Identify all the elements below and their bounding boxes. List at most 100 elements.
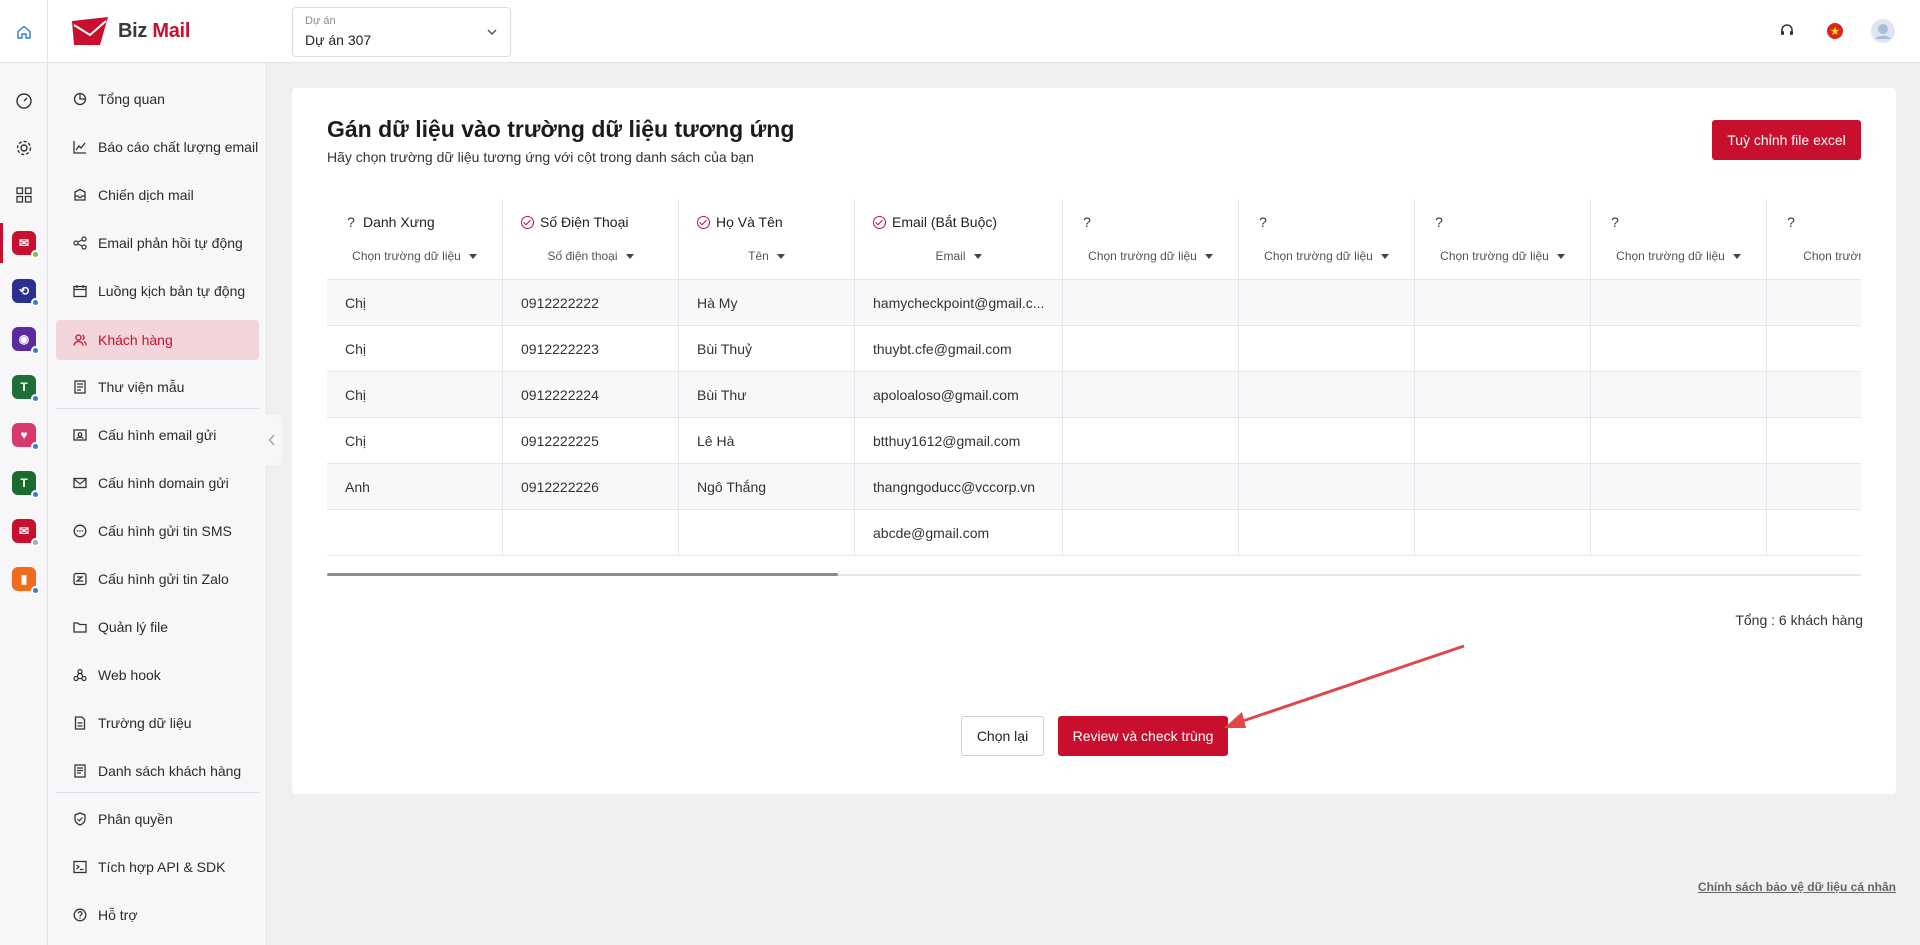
column-header: ? Danh Xưng Chọn trường dữ liệu [327, 199, 502, 280]
home-icon [16, 25, 31, 39]
sidebar-item-file-manager[interactable]: Quản lý file [56, 607, 259, 647]
table-cell [1767, 510, 1861, 556]
sidebar-item-label: Thư viện mẫu [98, 379, 185, 395]
table-cell [1063, 326, 1238, 372]
field-mapping-select-value: Chọn trường dữ liệu [1088, 249, 1197, 263]
caret-down-icon [1556, 254, 1565, 260]
column-header: ? Chọn trường dữ liệu [1591, 199, 1766, 280]
rail-app-5[interactable]: ♥ [10, 421, 40, 451]
field-mapping-select[interactable]: Chọn trường dữ liệu [1239, 249, 1414, 263]
horizontal-scrollbar-thumb[interactable] [327, 573, 838, 576]
table-cell [1063, 418, 1238, 464]
table-cell [1415, 372, 1590, 418]
column-header: Số Điện Thoại Số điện thoại [503, 199, 678, 280]
sidebar-item-automation-flow[interactable]: Luồng kịch bản tự động [56, 271, 259, 311]
field-mapping-select[interactable]: Chọn trường dữ liệu [1591, 249, 1766, 263]
column-title: Email (Bắt Buộc) [873, 214, 997, 230]
customize-excel-button[interactable]: Tuỳ chỉnh file excel [1712, 120, 1861, 160]
sidebar-item-webhook[interactable]: Web hook [56, 655, 259, 695]
field-mapping-select[interactable]: Chọn trường dữ liệu [1415, 249, 1590, 263]
sidebar-item-api-sdk[interactable]: Tích hợp API & SDK [56, 847, 259, 887]
table-cell [1591, 326, 1766, 372]
privacy-policy-link[interactable]: Chính sách bảo vệ dữ liệu cá nhân [1698, 880, 1896, 894]
table-cell: apoloaloso@gmail.com [855, 372, 1062, 418]
field-mapping-select[interactable]: Tên [679, 249, 854, 263]
table-cell [1415, 326, 1590, 372]
sidebar: Tổng quan Báo cáo chất lượng email Chiến… [48, 63, 267, 945]
help-circle-icon [72, 907, 88, 923]
rail-dashboard[interactable] [10, 87, 38, 115]
column-title: ? [1257, 214, 1275, 230]
caret-down-icon [468, 254, 477, 260]
rail-app-3[interactable]: ◉ [10, 325, 40, 355]
sidebar-item-auto-reply[interactable]: Email phản hồi tự động [56, 223, 259, 263]
rail-app-8[interactable]: ▮ [10, 565, 40, 595]
sidebar-item-email-quality-report[interactable]: Báo cáo chất lượng email [56, 127, 259, 167]
project-select-label: Dự án [305, 15, 336, 27]
question-mark-icon: ? [1083, 214, 1091, 230]
sidebar-item-customers[interactable]: Khách hàng [56, 320, 259, 360]
rail-apps[interactable] [10, 181, 38, 209]
sidebar-item-zalo-config[interactable]: Cấu hình gửi tin Zalo [56, 559, 259, 599]
terminal-icon [72, 859, 88, 875]
table-cell: Bùi Thuỷ [679, 326, 854, 372]
rail-settings[interactable] [10, 134, 38, 162]
table-cell: Lê Hà [679, 418, 854, 464]
sidebar-item-support[interactable]: Hỗ trợ [56, 895, 259, 935]
field-mapping-select[interactable]: Chọn trường dữ liệu [327, 249, 502, 263]
language-button[interactable] [1822, 18, 1848, 44]
table-cell [1415, 464, 1590, 510]
sidebar-item-sms-config[interactable]: Cấu hình gửi tin SMS [56, 511, 259, 551]
sidebar-item-label: Chiến dịch mail [98, 187, 194, 203]
project-select[interactable]: Dự án Dự án 307 [292, 7, 511, 57]
table-cell: 0912222225 [503, 418, 678, 464]
home-button[interactable] [0, 0, 48, 63]
avatar-icon [1871, 19, 1895, 43]
field-mapping-select[interactable]: Email [855, 249, 1062, 263]
field-mapping-select[interactable]: Chọn trường dữ [1767, 249, 1861, 263]
zalo-icon [72, 571, 88, 587]
bizmail-app-icon: ✉ [12, 231, 40, 259]
field-mapping-select-value: Email [935, 249, 966, 263]
column-title-text: Số Điện Thoại [540, 214, 629, 230]
sidebar-item-data-fields[interactable]: Trường dữ liệu [56, 703, 259, 743]
review-check-duplicate-button[interactable]: Review và check trùng [1058, 716, 1228, 756]
app-icon-3: ◉ [12, 327, 40, 355]
table-cell: Chị [327, 326, 502, 372]
support-button[interactable] [1774, 18, 1800, 44]
app-icon-2: ⟲ [12, 279, 40, 307]
sidebar-item-customer-list[interactable]: Danh sách khách hàng [56, 751, 259, 791]
sidebar-item-permissions[interactable]: Phân quyền [56, 799, 259, 839]
envelope-icon [72, 475, 88, 491]
reset-button[interactable]: Chọn lại [961, 716, 1044, 756]
field-mapping-select[interactable]: Số điện thoại [503, 249, 678, 263]
field-mapping-select[interactable]: Chọn trường dữ liệu [1063, 249, 1238, 263]
sidebar-collapse-button[interactable] [262, 415, 282, 465]
sidebar-item-domain-config[interactable]: Cấu hình domain gửi [56, 463, 259, 503]
bizmail-logo[interactable]: Biz Mail [70, 15, 190, 47]
user-avatar[interactable] [1870, 18, 1896, 44]
sidebar-item-label: Cấu hình gửi tin Zalo [98, 571, 229, 587]
sidebar-item-template-library[interactable]: Thư viện mẫu [56, 367, 259, 407]
annotation-arrow [1224, 644, 1465, 728]
caret-down-icon [973, 254, 982, 260]
sidebar-item-label: Web hook [98, 667, 161, 683]
brand-name: Biz Mail [118, 19, 191, 42]
sidebar-item-mail-campaign[interactable]: Chiến dịch mail [56, 175, 259, 215]
rail-app-2[interactable]: ⟲ [10, 277, 40, 307]
rail-active-indicator [0, 223, 3, 263]
logo-mail-icon [72, 17, 108, 45]
rail-app-4[interactable]: T [10, 373, 40, 403]
table-cell [1063, 464, 1238, 510]
rail-app-bizmail[interactable]: ✉ [10, 229, 40, 259]
check-circle-icon [873, 215, 886, 229]
sidebar-item-label: Phân quyền [98, 811, 173, 827]
column-title-text: Danh Xưng [363, 214, 435, 230]
table-cell: 0912222223 [503, 326, 678, 372]
webhook-icon [72, 667, 88, 683]
sidebar-item-overview[interactable]: Tổng quan [56, 79, 259, 119]
rail-app-7[interactable]: ✉ [10, 517, 40, 547]
table-column: ? Chọn trường dữ [1767, 199, 1861, 556]
rail-app-6[interactable]: T [10, 469, 40, 499]
sidebar-item-email-sender-config[interactable]: Cấu hình email gửi [56, 415, 259, 455]
